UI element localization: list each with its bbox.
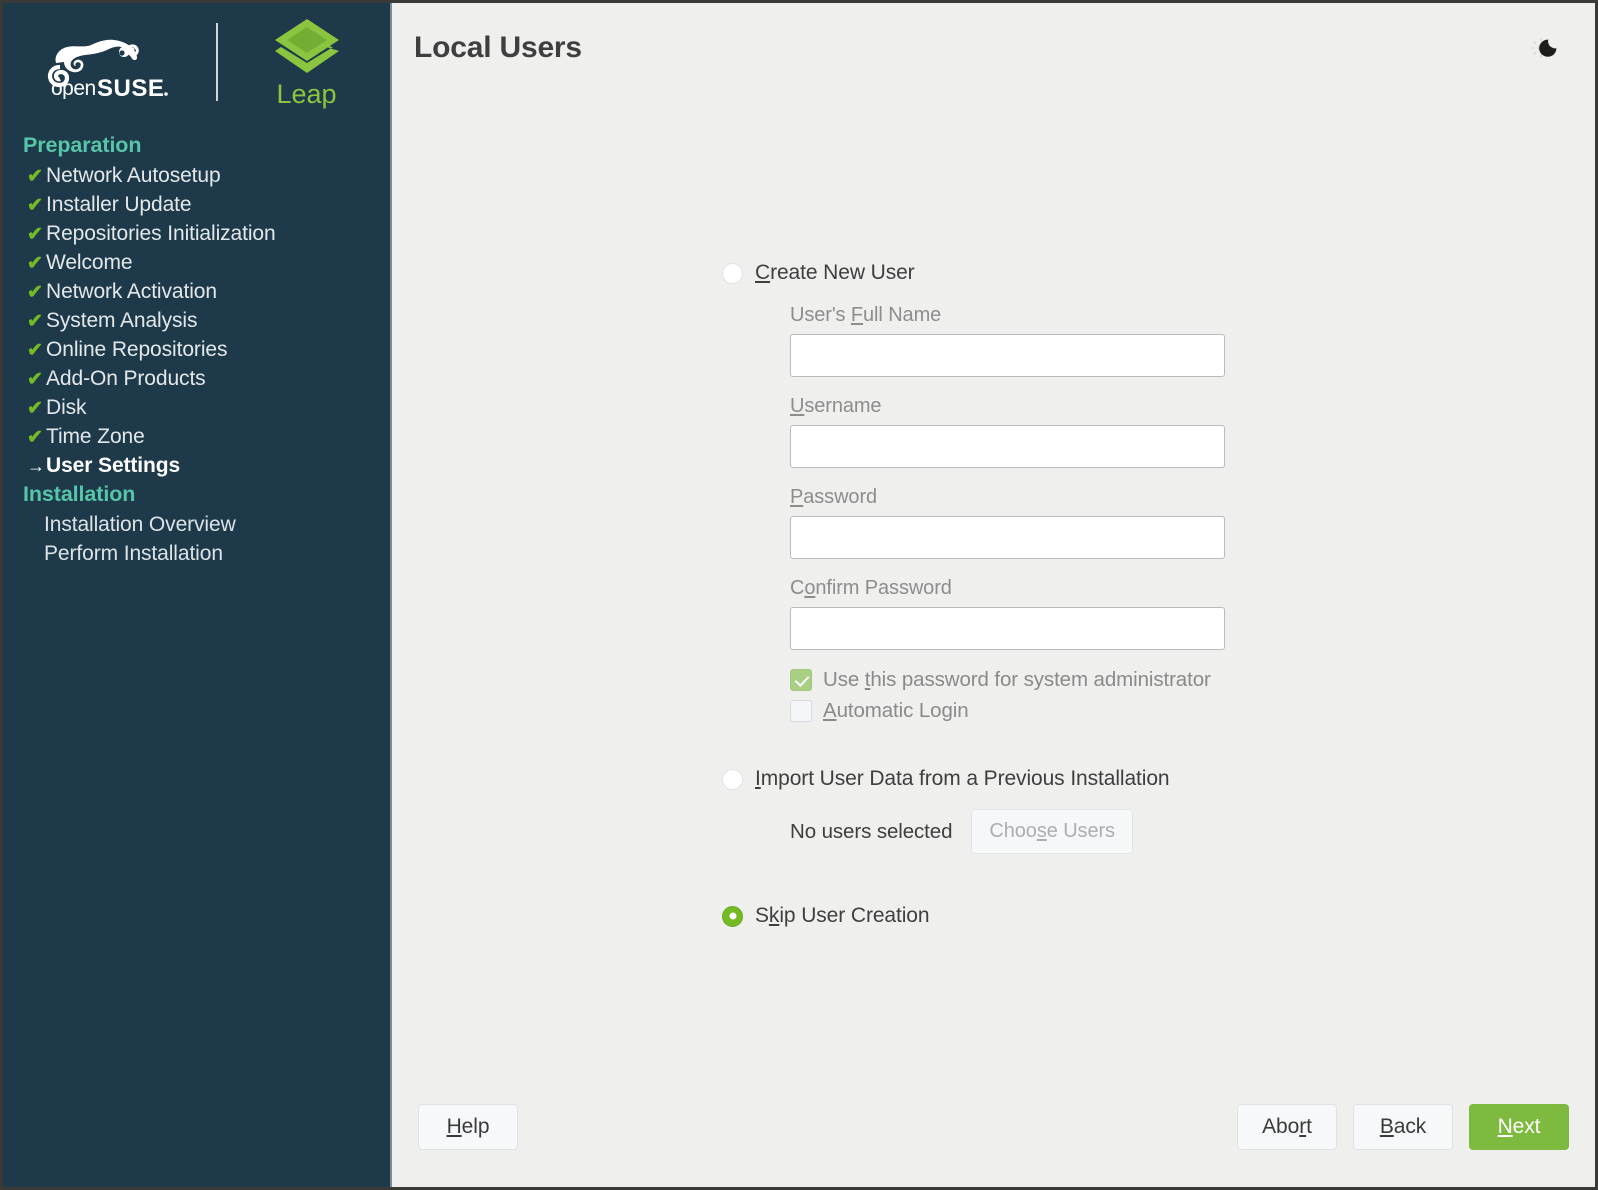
sidebar-item-disk[interactable]: ✔ Disk (3, 393, 392, 422)
footer-nav-buttons: Abort Back Next (1237, 1104, 1569, 1150)
next-button[interactable]: Next (1469, 1104, 1569, 1150)
sidebar-item-label: Network Activation (46, 279, 217, 303)
import-status-text: No users selected (790, 819, 953, 843)
skip-user-creation-label[interactable]: Skip User Creation (755, 904, 930, 928)
automatic-login-row[interactable]: Automatic Login (790, 699, 1522, 723)
skip-user-creation-option[interactable]: Skip User Creation (722, 904, 1522, 928)
moon-icon[interactable] (1523, 25, 1569, 71)
sidebar-item-label: Time Zone (46, 424, 145, 448)
check-icon: ✔ (27, 194, 43, 216)
svg-text:open: open (51, 77, 96, 99)
sidebar-item-repositories-initialization[interactable]: ✔ Repositories Initialization (3, 219, 392, 248)
nav-section-preparation: Preparation (23, 133, 142, 157)
check-icon: ✔ (27, 223, 43, 245)
wizard-footer: Help Abort Back Next (392, 1089, 1595, 1187)
automatic-login-checkbox[interactable] (790, 700, 812, 722)
create-new-user-radio[interactable] (722, 262, 743, 284)
sidebar-item-online-repositories[interactable]: ✔ Online Repositories (3, 335, 392, 364)
sidebar-item-installation-overview[interactable]: Installation Overview (3, 510, 392, 539)
sidebar-item-add-on-products[interactable]: ✔ Add-On Products (3, 364, 392, 393)
help-button[interactable]: Help (418, 1104, 518, 1150)
page-content: Create New User User's Full Name Usernam… (392, 93, 1595, 1089)
logo-divider (215, 23, 218, 101)
use-password-for-admin-checkbox[interactable] (790, 669, 812, 691)
create-new-user-fields: User's Full Name Username Password Confi… (722, 304, 1522, 723)
sidebar-item-perform-installation[interactable]: Perform Installation (3, 539, 392, 568)
page-title: Local Users (414, 31, 582, 64)
local-users-form: Create New User User's Full Name Usernam… (722, 261, 1522, 928)
import-user-data-sub: No users selected Choose Users (722, 809, 1522, 854)
sidebar-item-label: System Analysis (46, 308, 198, 332)
import-user-data-option[interactable]: Import User Data from a Previous Install… (722, 767, 1522, 791)
import-user-data-label[interactable]: Import User Data from a Previous Install… (755, 767, 1170, 791)
installer-window: open SUSE Leap Preparation ✔ Network Aut… (0, 0, 1598, 1190)
installer-steps-nav: Preparation ✔ Network Autosetup ✔ Instal… (3, 121, 392, 568)
leap-logo: Leap (252, 17, 362, 108)
sidebar-item-label: Repositories Initialization (46, 221, 276, 245)
check-icon: ✔ (27, 368, 43, 390)
check-icon: ✔ (27, 165, 43, 187)
choose-users-button[interactable]: Choose Users (971, 809, 1133, 854)
create-new-user-option[interactable]: Create New User (722, 261, 1522, 285)
abort-button[interactable]: Abort (1237, 1104, 1337, 1150)
svg-text:SUSE: SUSE (97, 75, 164, 99)
password-label: Password (790, 486, 878, 508)
sidebar-item-label: User Settings (46, 453, 181, 477)
check-icon: ✔ (27, 397, 43, 419)
arrow-right-icon: → (27, 455, 45, 476)
back-button[interactable]: Back (1353, 1104, 1453, 1150)
opensuse-logo: open SUSE (34, 25, 184, 99)
username-label: Username (790, 395, 882, 417)
nav-section-installation: Installation (23, 482, 136, 506)
sidebar-item-label: Online Repositories (46, 337, 228, 361)
use-password-for-admin-label[interactable]: Use this password for system administrat… (823, 668, 1211, 692)
skip-user-creation-radio[interactable] (722, 905, 743, 927)
sidebar-item-installer-update[interactable]: ✔ Installer Update (3, 190, 392, 219)
installer-sidebar: open SUSE Leap Preparation ✔ Network Aut… (3, 3, 392, 1187)
branding-header: open SUSE Leap (3, 3, 392, 121)
confirm-password-input[interactable] (790, 607, 1225, 650)
automatic-login-label[interactable]: Automatic Login (823, 699, 969, 723)
sidebar-item-welcome[interactable]: ✔ Welcome (3, 248, 392, 277)
sidebar-item-label: Installation Overview (44, 512, 236, 536)
create-new-user-label[interactable]: Create New User (755, 261, 915, 285)
confirm-password-label: Confirm Password (790, 577, 952, 599)
sidebar-item-user-settings[interactable]: → User Settings (3, 451, 392, 480)
sidebar-item-label: Disk (46, 395, 87, 419)
leap-wordmark: Leap (276, 78, 337, 109)
username-input[interactable] (790, 425, 1225, 468)
check-icon: ✔ (27, 252, 43, 274)
sidebar-item-label: Add-On Products (46, 366, 206, 390)
password-input[interactable] (790, 516, 1225, 559)
check-icon: ✔ (27, 426, 43, 448)
use-password-for-admin-row[interactable]: Use this password for system administrat… (790, 668, 1522, 692)
full-name-label: User's Full Name (790, 304, 942, 326)
import-user-data-radio[interactable] (722, 768, 743, 790)
sidebar-item-network-autosetup[interactable]: ✔ Network Autosetup (3, 161, 392, 190)
sidebar-item-label: Perform Installation (44, 541, 223, 565)
sidebar-item-time-zone[interactable]: ✔ Time Zone (3, 422, 392, 451)
sidebar-item-label: Network Autosetup (46, 163, 221, 187)
sidebar-item-label: Installer Update (46, 192, 192, 216)
main-panel: Local Users Create New User User's Full … (392, 3, 1595, 1187)
full-name-input[interactable] (790, 334, 1225, 377)
check-icon: ✔ (27, 339, 43, 361)
sidebar-item-network-activation[interactable]: ✔ Network Activation (3, 277, 392, 306)
sidebar-item-label: Welcome (46, 250, 133, 274)
check-icon: ✔ (27, 281, 43, 303)
page-header: Local Users (392, 3, 1595, 93)
sidebar-item-system-analysis[interactable]: ✔ System Analysis (3, 306, 392, 335)
check-icon: ✔ (27, 310, 43, 332)
